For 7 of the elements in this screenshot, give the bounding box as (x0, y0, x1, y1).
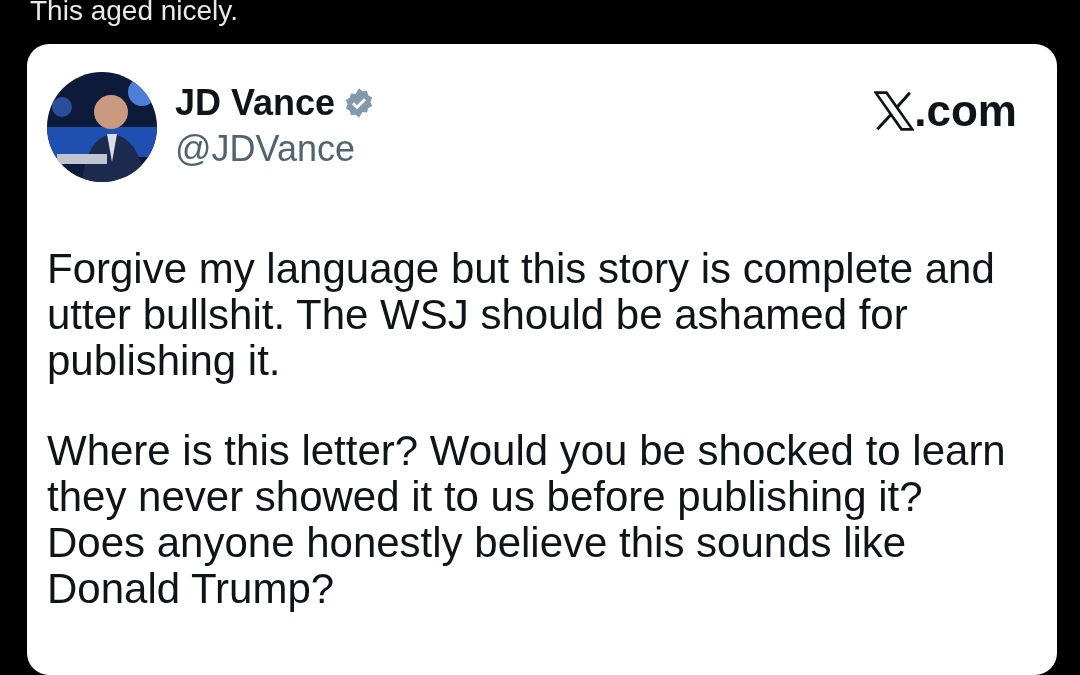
tweet-text: Forgive my language but this story is complete and utter bullshit. The WSJ should be ashamed for publishing it. (47, 246, 996, 384)
post-caption: This aged nicely. (29, 0, 240, 28)
author-name: JD Vance (175, 82, 336, 124)
x-logo-icon (874, 91, 915, 131)
author-handle: @JDVance (175, 128, 356, 170)
source-label: .com (914, 86, 1017, 136)
tweet-text: Where is this letter? Would you be shocked to learn they never showed it to us before publishing it? Does anyone honestly believe this sounds like Donald Trump? (47, 428, 1007, 612)
